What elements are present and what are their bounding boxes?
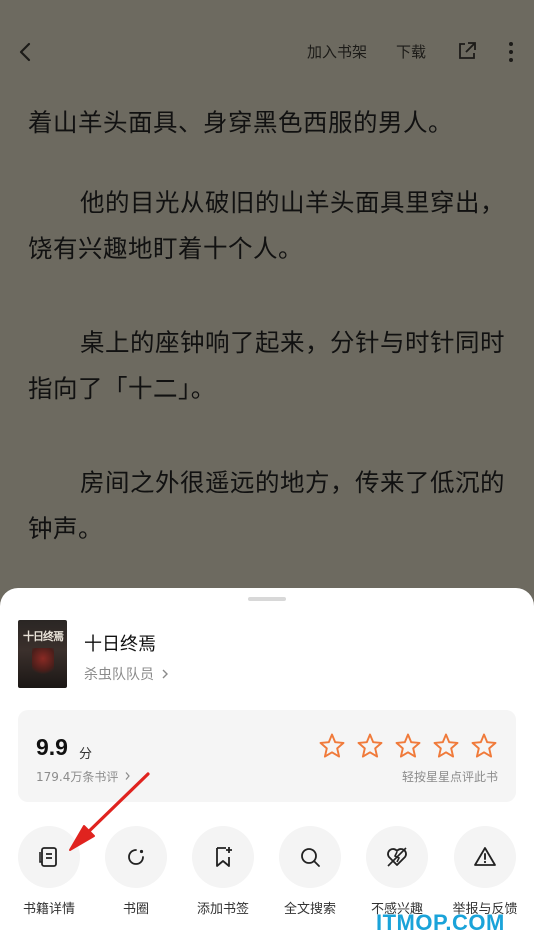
star-icon[interactable]	[470, 732, 498, 760]
more-vertical-icon[interactable]	[500, 40, 522, 64]
action-label: 全文搜索	[283, 902, 336, 917]
share-icon[interactable]	[456, 40, 478, 62]
action-search-button[interactable]: 全文搜索	[270, 826, 350, 926]
paragraph: 桌上的座钟响了起来，分针与时针同时指向了「十二」。	[28, 328, 505, 403]
paragraph: 他的目光从破旧的山羊头面具里穿出，饶有兴趣地盯着十个人。	[28, 188, 505, 263]
author-link[interactable]: 杀虫队队员	[84, 664, 169, 684]
star-icon[interactable]	[394, 732, 422, 760]
add-to-shelf-button[interactable]: 加入书架	[307, 41, 367, 62]
top-bar: 加入书架 下载	[0, 28, 534, 76]
bookmark-add-icon	[192, 826, 254, 888]
star-icon[interactable]	[432, 732, 460, 760]
rating-hint: 轻按星星点评此书	[401, 770, 498, 784]
cover-title: 十日终焉	[23, 630, 64, 643]
action-label: 书圈	[122, 902, 149, 917]
back-chevron-icon[interactable]	[12, 38, 40, 66]
author-name: 杀虫队队员	[84, 667, 154, 683]
sheet-grabber[interactable]	[248, 597, 286, 601]
download-button[interactable]: 下载	[396, 41, 426, 62]
star-icon[interactable]	[356, 732, 384, 760]
warning-icon	[454, 826, 516, 888]
paragraph: 着山羊头面具、身穿黑色西服的男人。	[28, 108, 453, 137]
star-rating	[318, 732, 498, 762]
watermark: ITMOP.COM	[376, 910, 505, 935]
broken-heart-icon	[366, 826, 428, 888]
book-action-sheet: 十日终焉 十日终焉 杀虫队队员 9.9 分 179.4万条书评 轻按星星点评此书…	[0, 588, 534, 950]
action-bookmark-add-button[interactable]: 添加书签	[183, 826, 263, 926]
arrow-annotation	[69, 772, 150, 851]
book-cover[interactable]: 十日终焉	[18, 620, 67, 688]
book-title[interactable]: 十日终焉	[84, 630, 156, 656]
rating-unit: 分	[79, 747, 93, 762]
star-icon[interactable]	[318, 732, 346, 760]
chevron-right-icon	[162, 669, 169, 679]
action-label: 书籍详情	[22, 902, 75, 917]
action-label: 添加书签	[196, 902, 249, 917]
search-icon	[279, 826, 341, 888]
rating-score: 9.9	[36, 734, 68, 760]
cover-figure	[32, 648, 54, 678]
paragraph: 房间之外很遥远的地方，传来了低沉的钟声。	[28, 468, 505, 543]
